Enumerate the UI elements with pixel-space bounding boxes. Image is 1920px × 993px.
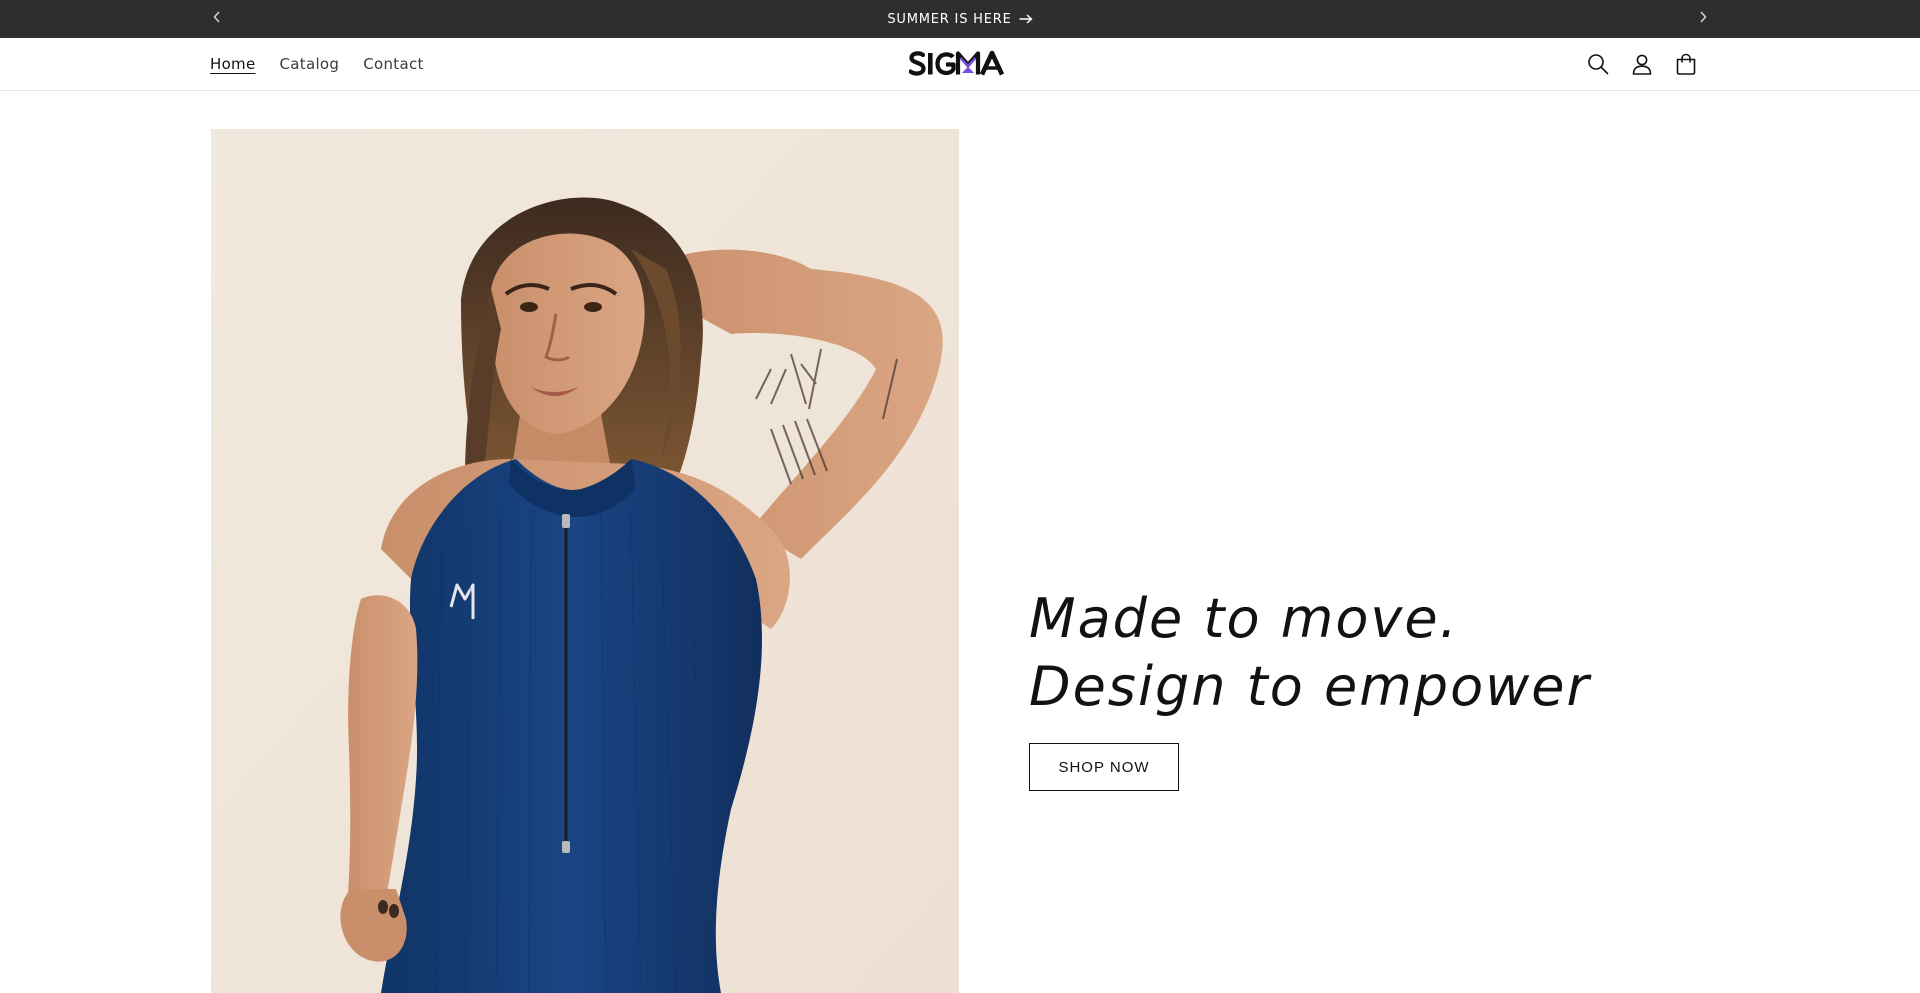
hero-heading: Made to move. Design to empower — [1029, 587, 1591, 718]
logo-wordmark — [909, 50, 1005, 76]
nav-item-catalog[interactable]: Catalog — [280, 55, 340, 73]
site-header: Home Catalog Contact — [0, 38, 1920, 91]
hero-image — [211, 129, 959, 993]
shop-now-button[interactable]: SHOP NOW — [1029, 743, 1179, 791]
nav-item-contact[interactable]: Contact — [363, 55, 423, 73]
announcement-bar: SUMMER IS HERE — [0, 0, 1920, 38]
chevron-right-icon — [1699, 11, 1707, 27]
nav-item-home[interactable]: Home — [210, 55, 256, 73]
announcement-text: SUMMER IS HERE — [887, 11, 1012, 27]
hero-text-block: Made to move. Design to empower SHOP NOW — [1029, 585, 1669, 791]
account-icon[interactable] — [1630, 52, 1654, 76]
chevron-left-icon — [213, 11, 221, 27]
search-icon[interactable] — [1586, 52, 1610, 76]
announcement-next-button[interactable] — [1684, 0, 1722, 38]
arrow-right-icon — [1019, 14, 1033, 24]
header-icons — [1586, 38, 1698, 90]
main-nav: Home Catalog Contact — [210, 38, 424, 90]
announcement-link[interactable]: SUMMER IS HERE — [887, 11, 1033, 27]
announcement-prev-button[interactable] — [198, 0, 236, 38]
site-logo[interactable] — [909, 49, 1011, 79]
cart-icon[interactable] — [1674, 52, 1698, 76]
